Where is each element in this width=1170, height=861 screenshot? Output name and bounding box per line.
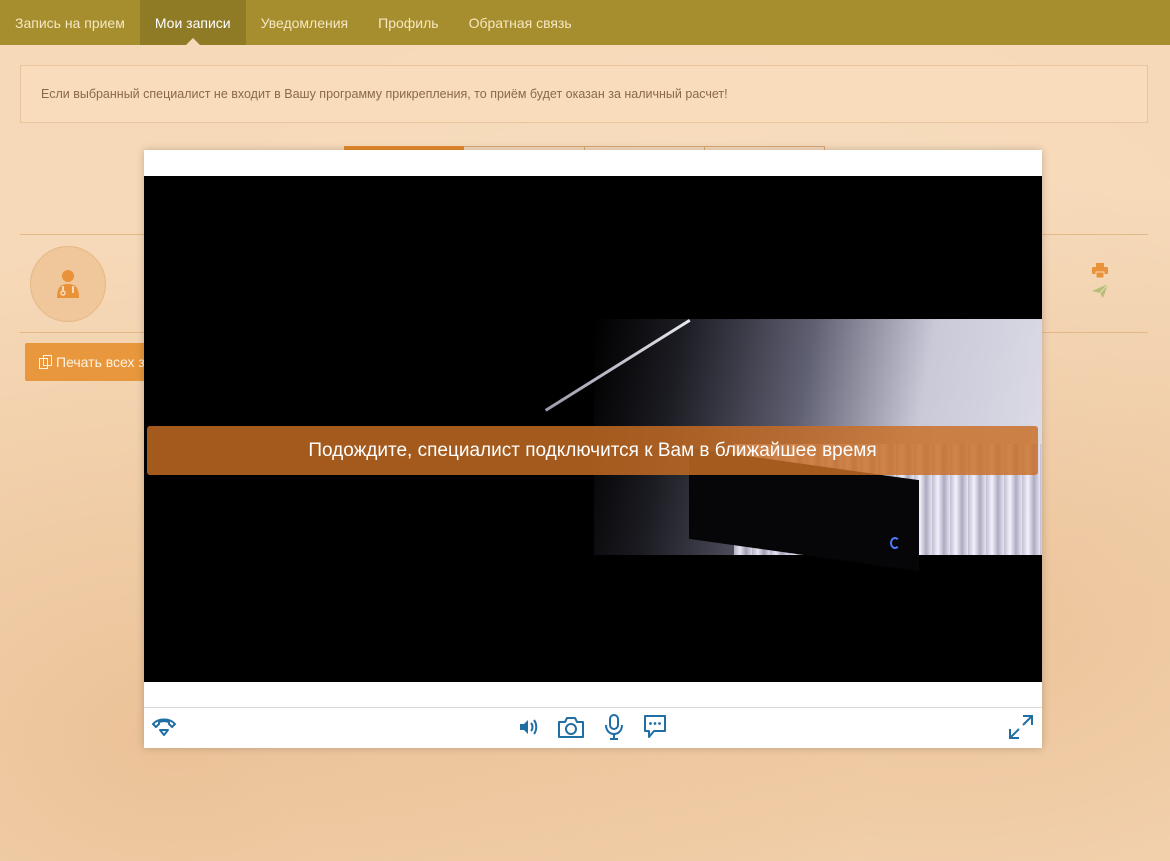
- wait-message-banner: Подождите, специалист подключится к Вам …: [147, 426, 1038, 475]
- info-alert-text: Если выбранный специалист не входит в Ва…: [41, 87, 728, 101]
- volume-icon: [520, 719, 538, 735]
- record-actions: [1092, 263, 1112, 298]
- hangup-button[interactable]: [149, 712, 179, 742]
- nav-item-feedback[interactable]: Обратная связь: [454, 0, 587, 45]
- hangup-icon: [152, 718, 176, 736]
- fullscreen-button[interactable]: [1006, 712, 1036, 742]
- video-call-modal: Подождите, специалист подключится к Вам …: [144, 150, 1042, 748]
- print-icon[interactable]: [1092, 263, 1108, 278]
- wait-message-text: Подождите, специалист подключится к Вам …: [308, 439, 877, 461]
- volume-button[interactable]: [513, 712, 543, 742]
- copy-icon: [39, 355, 52, 369]
- microphone-icon: [605, 714, 623, 740]
- nav-item-appointment[interactable]: Запись на прием: [0, 0, 140, 45]
- nav-item-my-records[interactable]: Мои записи: [139, 0, 246, 45]
- chat-icon: [644, 715, 666, 738]
- nav-item-notifications[interactable]: Уведомления: [246, 0, 364, 45]
- info-alert: Если выбранный специалист не входит в Ва…: [20, 65, 1148, 123]
- print-all-label: Печать всех з: [56, 354, 145, 370]
- chat-button[interactable]: [640, 712, 670, 742]
- camera-icon: [558, 717, 584, 738]
- doctor-avatar: [30, 246, 106, 322]
- nav-item-profile[interactable]: Профиль: [363, 0, 453, 45]
- video-stream: Подождите, специалист подключится к Вам …: [144, 176, 1042, 682]
- call-controls: [144, 707, 1042, 748]
- doctor-icon: [57, 270, 79, 298]
- camera-button[interactable]: [556, 712, 586, 742]
- microphone-button[interactable]: [599, 712, 629, 742]
- top-navigation: Запись на прием Мои записи Уведомления П…: [0, 0, 1170, 45]
- print-all-button[interactable]: Печать всех з: [25, 343, 150, 381]
- send-icon[interactable]: [1092, 284, 1108, 298]
- fullscreen-icon: [1009, 715, 1033, 739]
